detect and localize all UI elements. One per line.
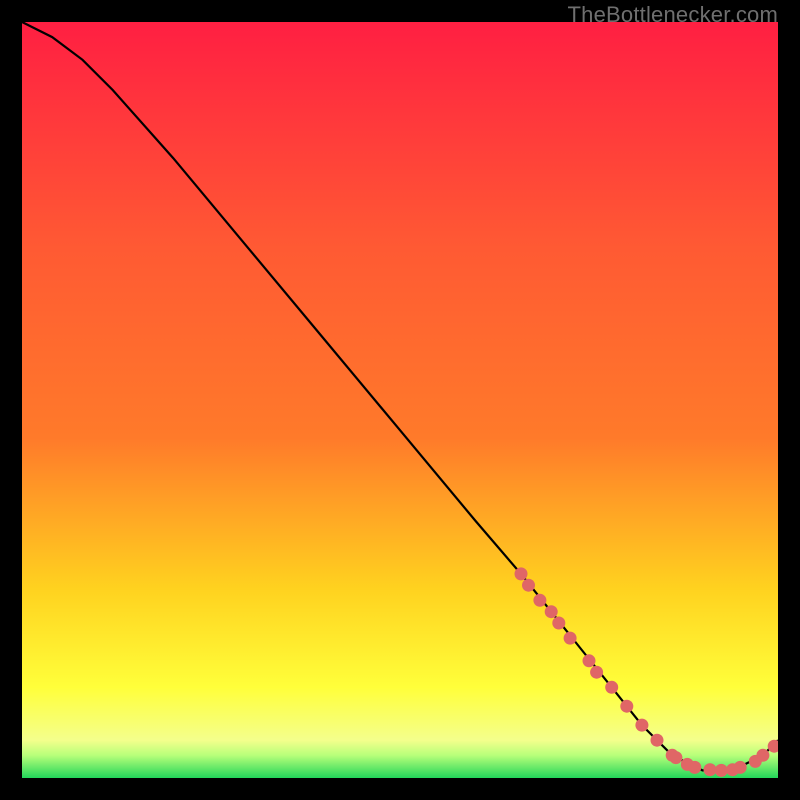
marker-dot [583,654,596,667]
gradient-background [22,22,778,778]
marker-dot [533,594,546,607]
marker-dot [552,617,565,630]
marker-dot [522,579,535,592]
marker-dot [515,567,528,580]
marker-dot [651,734,664,747]
marker-dot [545,605,558,618]
marker-dot [715,764,728,777]
marker-dot [669,751,682,764]
marker-dot [605,681,618,694]
watermark-text: TheBottlenecker.com [568,2,778,28]
marker-dot [635,719,648,732]
marker-dot [704,763,717,776]
bottleneck-chart [22,22,778,778]
marker-dot [590,666,603,679]
marker-dot [688,761,701,774]
marker-dot [620,700,633,713]
marker-dot [756,749,769,762]
marker-dot [564,632,577,645]
chart-stage: TheBottlenecker.com [0,0,800,800]
marker-dot [734,761,747,774]
